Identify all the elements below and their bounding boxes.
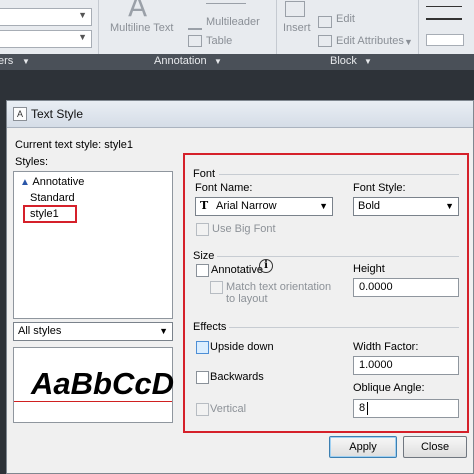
ribbon-panel-bar: ers ▼ Annotation ▼ Block ▼ — [0, 54, 474, 70]
use-big-font-label: Use Big Font — [212, 223, 276, 235]
width-factor-input[interactable]: 1.0000 — [353, 356, 459, 375]
linear-dimension-icon — [206, 0, 246, 4]
dialog-titlebar[interactable]: A Text Style — [7, 101, 473, 128]
panel-block-label[interactable]: Block — [330, 55, 357, 67]
apply-button[interactable]: Apply — [329, 436, 397, 458]
chevron-down-icon[interactable]: ▼ — [404, 37, 413, 47]
list-item[interactable]: ▲ Annotative — [20, 176, 84, 188]
close-button[interactable]: Close — [403, 436, 467, 458]
chevron-down-icon[interactable]: ▼ — [214, 57, 222, 66]
styles-label: Styles: — [15, 156, 49, 168]
truetype-font-icon: T — [200, 199, 209, 212]
multileader-icon — [188, 18, 202, 30]
annotative-label: Annotative — [211, 264, 263, 276]
text-style-app-icon: A — [13, 107, 27, 121]
text-style-dialog: A Text Style Current text style: style1 … — [6, 100, 474, 474]
annotative-checkbox[interactable] — [196, 264, 209, 277]
ribbon: ▼ ▼ A Multiline Text Multileader Table I… — [0, 0, 474, 55]
font-name-label: Font Name: — [195, 182, 253, 194]
panel-annotation-label[interactable]: Annotation — [154, 55, 207, 67]
vertical-checkbox[interactable] — [196, 403, 209, 416]
lineweight-sample-icon — [426, 6, 462, 7]
font-section-label: Font — [193, 168, 216, 180]
table-icon — [188, 35, 202, 47]
effects-section-label: Effects — [193, 321, 227, 333]
size-section-label: Size — [193, 250, 215, 262]
current-style-value: style1 — [104, 139, 134, 151]
styles-filter-dropdown[interactable]: All styles ▼ — [13, 322, 173, 341]
annotative-icon: ▲ — [20, 177, 30, 188]
styles-list[interactable]: ▲ Annotative Standard style1 — [13, 171, 173, 319]
chevron-down-icon: ▼ — [445, 201, 454, 211]
height-input[interactable]: 0.0000 — [353, 278, 459, 297]
table-button[interactable]: Table — [206, 35, 232, 47]
dialog-title: Text Style — [31, 107, 84, 121]
text-caret — [367, 402, 368, 415]
edit-attributes-button[interactable]: Edit Attributes — [336, 35, 404, 47]
width-factor-label: Width Factor: — [353, 341, 419, 353]
upside-down-label: Upside down — [210, 341, 274, 353]
chevron-down-icon[interactable]: ▼ — [22, 57, 30, 66]
multiline-text-icon[interactable]: A — [128, 0, 147, 23]
oblique-angle-label: Oblique Angle: — [353, 382, 425, 394]
chevron-down-icon: ▼ — [159, 326, 168, 336]
preview-pane: AaBbCcD — [13, 347, 174, 423]
edit-button[interactable]: Edit — [336, 13, 355, 25]
oblique-angle-input[interactable]: 8 — [353, 399, 459, 418]
chevron-down-icon: ▼ — [78, 32, 87, 42]
backwards-checkbox[interactable] — [196, 371, 209, 384]
multiline-text-button[interactable]: Multiline Text — [110, 22, 173, 34]
ribbon-style-dropdown[interactable]: ▼ — [0, 8, 92, 26]
match-orientation-label: Match text orientation to layout — [226, 281, 332, 305]
font-style-dropdown[interactable]: Bold ▼ — [353, 197, 459, 216]
preview-text: AaBbCcD — [31, 366, 174, 401]
match-orientation-checkbox[interactable] — [210, 281, 223, 294]
properties-dropdown[interactable] — [426, 34, 464, 46]
current-style-label: Current text style: style1 — [15, 139, 134, 151]
list-item[interactable]: Standard — [30, 192, 75, 204]
height-label: Height — [353, 263, 385, 275]
use-big-font-checkbox[interactable] — [196, 223, 209, 236]
edit-attributes-icon — [318, 35, 332, 47]
lineweight-sample-icon — [426, 18, 462, 20]
ribbon-layer-dropdown[interactable]: ▼ — [0, 30, 92, 48]
chevron-down-icon[interactable]: ▼ — [364, 57, 372, 66]
insert-button[interactable]: Insert — [283, 22, 311, 34]
chevron-down-icon: ▼ — [319, 201, 328, 211]
info-icon[interactable]: i — [259, 259, 273, 273]
edit-block-icon — [318, 16, 332, 28]
insert-block-icon — [285, 1, 305, 17]
font-style-label: Font Style: — [353, 182, 406, 194]
backwards-label: Backwards — [210, 371, 264, 383]
chevron-down-icon: ▼ — [78, 10, 87, 20]
panel-tail-label: ers — [0, 55, 14, 67]
vertical-label: Vertical — [210, 403, 247, 415]
multileader-button[interactable]: Multileader — [206, 16, 260, 28]
upside-down-checkbox[interactable] — [196, 341, 209, 354]
font-name-dropdown[interactable]: T Arial Narrow ▼ — [195, 197, 333, 216]
style1-list-item[interactable]: style1 — [23, 205, 77, 223]
